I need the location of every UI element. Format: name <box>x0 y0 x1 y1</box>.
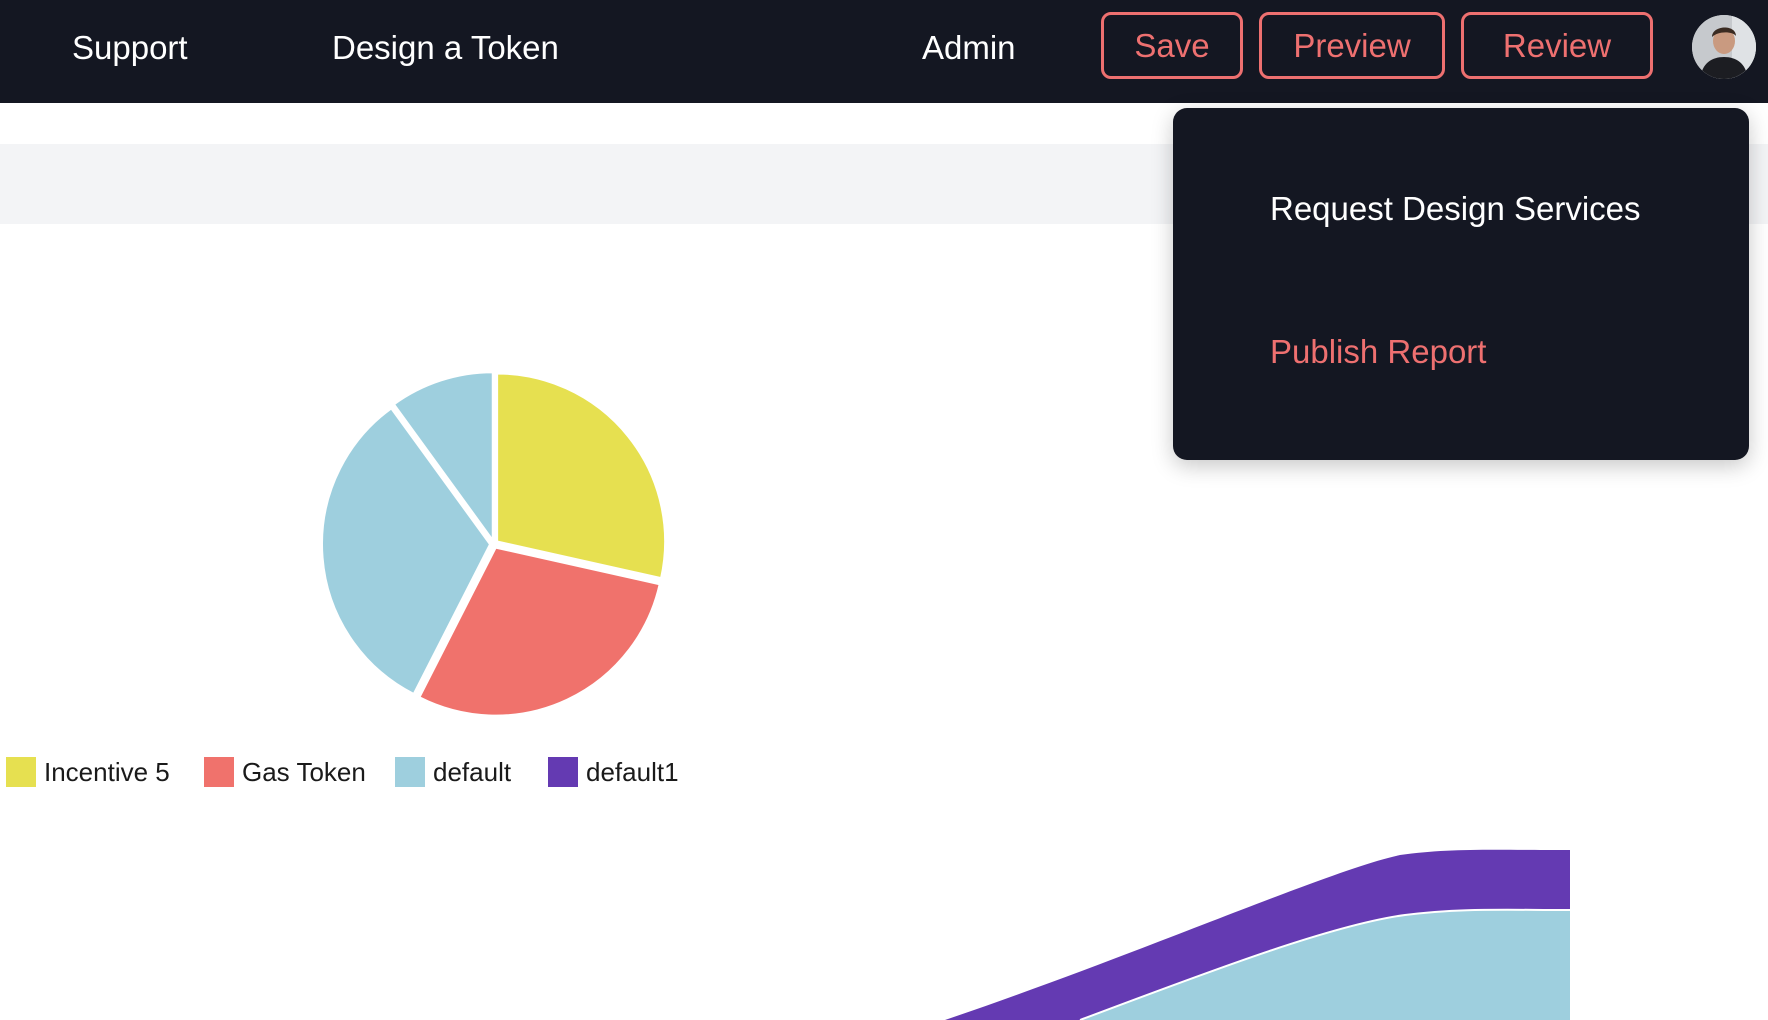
legend-label: default <box>433 757 512 787</box>
legend-swatch <box>6 757 36 787</box>
legend-swatch <box>395 757 425 787</box>
menu-item-request-design-services[interactable]: Request Design Services <box>1270 190 1641 228</box>
area-chart <box>945 849 1571 1020</box>
pie-slice-incentive-5-0[interactable] <box>496 372 667 580</box>
legend-label: default1 <box>586 757 679 787</box>
legend-swatch <box>548 757 578 787</box>
menu-item-publish-report[interactable]: Publish Report <box>1270 333 1486 371</box>
legend-swatch <box>204 757 234 787</box>
legend-label: Gas Token <box>242 757 366 787</box>
user-dropdown-menu: Request Design Services Publish Report <box>1173 108 1749 460</box>
pie-chart <box>321 371 667 717</box>
legend-label: Incentive 5 <box>44 757 170 787</box>
